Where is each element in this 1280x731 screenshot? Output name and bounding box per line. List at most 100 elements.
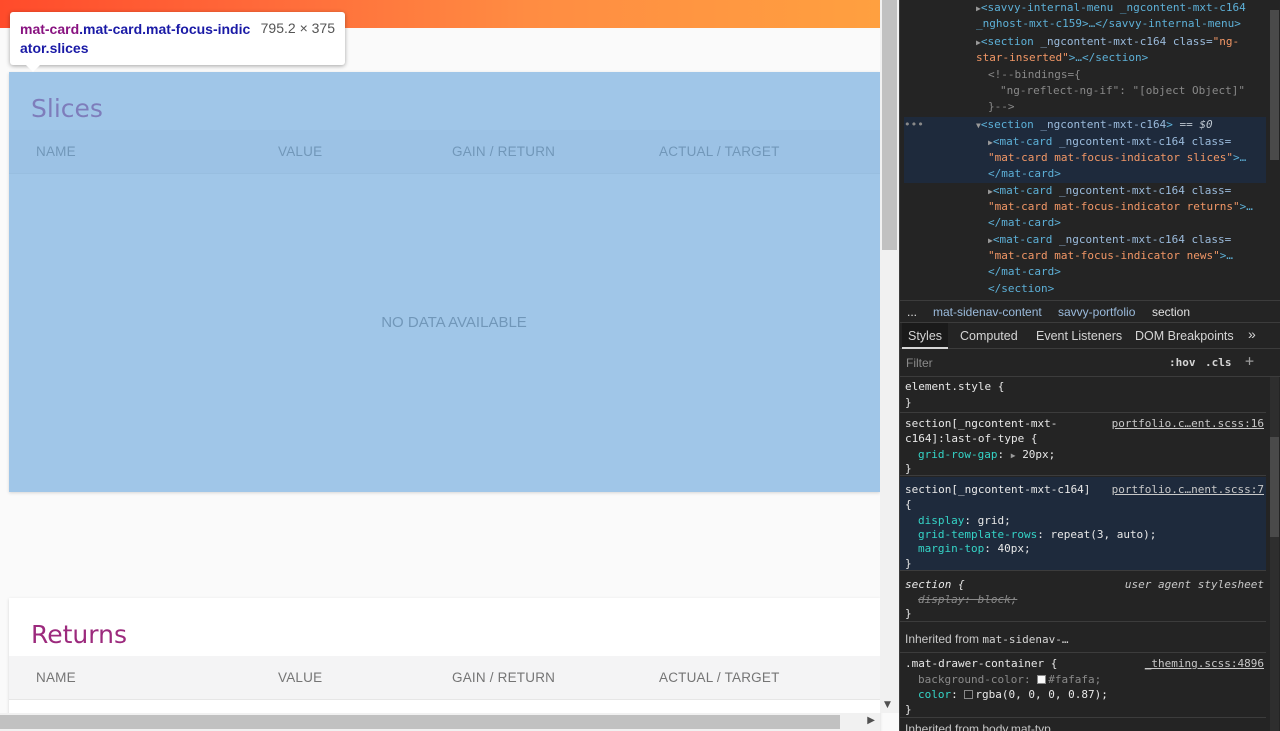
rule-selector[interactable]: section { xyxy=(905,578,965,592)
styles-filter-input[interactable]: Filter xyxy=(906,356,933,370)
color-swatch[interactable] xyxy=(964,690,974,699)
dom-node-section-selected[interactable]: ••• ▼<section _ngcontent-mxt-c164> == $0 xyxy=(904,117,1266,134)
dom-tag: <mat-card xyxy=(992,184,1053,197)
css-value: grid; xyxy=(977,514,1011,527)
dom-attr: _ngcontent-mxt-c164 xyxy=(1033,118,1167,131)
rule-declaration[interactable]: color: rgba(0, 0, 0, 0.87); xyxy=(918,688,1108,702)
page-horizontal-scrollbar[interactable]: ▶ xyxy=(0,713,880,731)
css-property: background-color xyxy=(918,673,1024,686)
no-data-message: NO DATA AVAILABLE xyxy=(381,314,527,331)
inherited-element-link[interactable]: mat-sidenav-… xyxy=(982,633,1068,646)
column-header-actual-target[interactable]: ACTUAL / TARGET xyxy=(659,670,780,685)
inherited-from-header: Inherited from body.mat-typ… xyxy=(905,722,1063,731)
page-vertical-scrollbar[interactable]: ▼ xyxy=(880,0,899,713)
breadcrumb-mat-sidenav-content[interactable]: mat-sidenav-content xyxy=(933,305,1042,319)
dom-tag: > xyxy=(1166,118,1173,131)
dom-node-continuation: "mat-card mat-focus-indicator returns">… xyxy=(988,199,1280,216)
column-header-actual-target[interactable]: ACTUAL / TARGET xyxy=(659,144,780,159)
dom-node-savvy-internal-menu[interactable]: ▶<savvy-internal-menu _ngcontent-mxt-c16… xyxy=(976,0,1280,17)
breadcrumb-savvy-portfolio[interactable]: savvy-portfolio xyxy=(1058,305,1135,319)
column-header-value[interactable]: VALUE xyxy=(278,670,322,685)
rule-declaration[interactable]: display: grid; xyxy=(918,514,1011,528)
styles-scrollbar-thumb[interactable] xyxy=(1270,437,1279,537)
dom-node-continuation: _nghost-mxt-c159>…</savvy-internal-menu> xyxy=(976,16,1280,33)
style-rule-section: section[_ngcontent-mxt-c164] portfolio.c… xyxy=(900,477,1266,571)
styles-scrollbar-track[interactable] xyxy=(1270,377,1279,731)
rule-selector-continued[interactable]: c164]:last-of-type { xyxy=(905,432,1037,446)
rule-source-link[interactable]: _theming.scss:4896 xyxy=(1145,657,1264,670)
dom-attr-value: "mat-card mat-focus-indicator returns" xyxy=(988,200,1240,213)
breadcrumb-section[interactable]: section xyxy=(1152,305,1190,319)
dom-node-text: <savvy-internal-menu _ngcontent-mxt-c164 xyxy=(980,1,1246,14)
selected-node-marker: == $0 xyxy=(1172,118,1213,131)
css-value: rgba(0, 0, 0, 0.87); xyxy=(975,688,1108,701)
dom-tag: >… xyxy=(1219,249,1234,262)
styles-filter-bar: Filter :hov .cls + xyxy=(900,349,1280,377)
rule-declaration[interactable]: grid-row-gap: ▶ 20px; xyxy=(918,448,1055,463)
rule-declaration[interactable]: background-color: #fafafa; xyxy=(918,673,1101,687)
dom-tag: >…</section> xyxy=(1068,51,1149,64)
dom-node-continuation: "mat-card mat-focus-indicator news">… xyxy=(988,248,1280,265)
rule-close-brace: } xyxy=(905,396,912,409)
dom-node-section-ng-star[interactable]: ▶<section _ngcontent-mxt-c164 class="ng- xyxy=(976,34,1280,51)
vertical-scroll-thumb[interactable] xyxy=(882,0,897,250)
tab-computed[interactable]: Computed xyxy=(960,329,1018,343)
column-header-name[interactable]: NAME xyxy=(36,670,76,685)
dom-node-mat-card-slices[interactable]: ▶<mat-card _ngcontent-mxt-c164 class= xyxy=(904,134,1266,151)
css-value: 20px; xyxy=(1022,448,1056,461)
dom-node-text: _nghost-mxt-c159>…</savvy-internal-menu> xyxy=(976,17,1241,30)
dom-attr-value: "mat-card mat-focus-indicator news" xyxy=(988,249,1220,262)
class-toggle-button[interactable]: .cls xyxy=(1205,356,1232,369)
rule-close-brace: } xyxy=(905,607,912,620)
dom-tree-scrollbar[interactable] xyxy=(1270,10,1279,160)
tooltip-tag-name: mat-card xyxy=(20,21,80,37)
inherited-from-header: Inherited from mat-sidenav-… xyxy=(905,632,1068,646)
rule-selector[interactable]: section[_ngcontent-mxt- xyxy=(905,417,1057,431)
column-header-name[interactable]: NAME xyxy=(36,144,76,159)
color-swatch[interactable] xyxy=(1037,675,1047,684)
dom-node-mat-card-returns[interactable]: ▶<mat-card _ngcontent-mxt-c164 class= xyxy=(988,183,1280,200)
rule-selector[interactable]: .mat-drawer-container { xyxy=(905,657,1057,671)
rule-source-link[interactable]: portfolio.c…nent.scss:7 xyxy=(1112,483,1264,496)
dom-attr-value: "ng- xyxy=(1212,35,1240,48)
dom-attr: _ngcontent-mxt-c164 class= xyxy=(1052,184,1232,197)
elements-dom-tree: ▶<savvy-internal-menu _ngcontent-mxt-c16… xyxy=(900,0,1280,300)
dom-node-menu-icon[interactable]: ••• xyxy=(904,117,924,133)
new-style-rule-plus-icon[interactable]: + xyxy=(1245,352,1254,370)
hover-state-toggle[interactable]: :hov xyxy=(1169,356,1196,369)
dom-node-close: </mat-card> xyxy=(988,264,1280,281)
dom-comment-line: }--> xyxy=(988,99,1280,116)
rule-declaration[interactable]: margin-top: 40px; xyxy=(918,542,1031,556)
rule-source-link[interactable]: portfolio.c…ent.scss:16 xyxy=(1112,417,1264,430)
rule-selector[interactable]: section[_ngcontent-mxt-c164] xyxy=(905,483,1090,497)
dom-node-close: </mat-card> xyxy=(904,166,1266,183)
overridden-declaration[interactable]: display: block; xyxy=(918,593,1017,607)
tab-styles[interactable]: Styles xyxy=(902,323,949,349)
column-header-gain-return[interactable]: GAIN / RETURN xyxy=(452,144,555,159)
dom-node-mat-card-news[interactable]: ▶<mat-card _ngcontent-mxt-c164 class= xyxy=(988,232,1280,249)
dom-tag: </mat-card> xyxy=(988,216,1061,229)
horizontal-scroll-thumb[interactable] xyxy=(0,715,840,729)
tab-event-listeners[interactable]: Event Listeners xyxy=(1036,329,1122,343)
slices-card: Slices NAME VALUE GAIN / RETURN ACTUAL /… xyxy=(9,72,880,492)
rule-open-brace: { xyxy=(905,498,912,511)
scroll-down-arrow-icon[interactable]: ▼ xyxy=(884,700,891,710)
scroll-right-arrow-icon[interactable]: ▶ xyxy=(867,715,875,726)
dom-tag: <mat-card xyxy=(992,233,1053,246)
column-header-gain-return[interactable]: GAIN / RETURN xyxy=(452,670,555,685)
rule-declaration[interactable]: grid-template-rows: repeat(3, auto); xyxy=(918,528,1156,542)
rule-selector[interactable]: element.style { xyxy=(905,380,1004,394)
dom-tag: <section xyxy=(980,35,1034,48)
more-tabs-chevron-icon[interactable]: » xyxy=(1248,326,1256,342)
breadcrumb-overflow[interactable]: ... xyxy=(907,305,917,319)
dom-attr-value: star-inserted" xyxy=(976,51,1069,64)
dom-node-close: </mat-card> xyxy=(988,215,1280,232)
css-property: margin-top xyxy=(918,542,985,555)
expand-shorthand-icon[interactable]: ▶ xyxy=(1011,451,1016,460)
column-header-value[interactable]: VALUE xyxy=(278,144,322,159)
dom-comment-bindings[interactable]: <!--bindings={ xyxy=(988,67,1280,84)
dom-tag: >… xyxy=(1233,151,1247,164)
css-value: #fafafa; xyxy=(1048,673,1102,686)
style-rule-element: element.style { } xyxy=(900,377,1266,413)
tab-dom-breakpoints[interactable]: DOM Breakpoints xyxy=(1135,329,1234,343)
